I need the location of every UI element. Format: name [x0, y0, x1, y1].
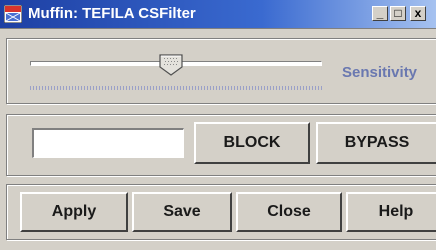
title-bar[interactable]: Muffin: TEFILA CSFilter _ □ x [0, 0, 436, 29]
filter-input[interactable] [32, 128, 184, 158]
close-button[interactable]: Close [236, 192, 342, 232]
bypass-button[interactable]: BYPASS [316, 122, 436, 164]
sensitivity-slider-ticks [30, 86, 322, 90]
save-button[interactable]: Save [132, 192, 232, 232]
sensitivity-label: Sensitivity [342, 64, 418, 81]
window-title: Muffin: TEFILA CSFilter [28, 5, 196, 22]
close-window-button[interactable]: x [410, 6, 426, 21]
block-button[interactable]: BLOCK [194, 122, 310, 164]
help-button[interactable]: Help [346, 192, 436, 232]
muffin-app-icon[interactable] [4, 5, 22, 23]
apply-button[interactable]: Apply [20, 192, 128, 232]
app-window: Muffin: TEFILA CSFilter _ □ x Sensitivit… [0, 0, 436, 250]
maximize-button[interactable]: □ [390, 6, 406, 21]
sensitivity-slider-thumb[interactable] [159, 54, 183, 76]
minimize-button[interactable]: _ [372, 6, 388, 21]
